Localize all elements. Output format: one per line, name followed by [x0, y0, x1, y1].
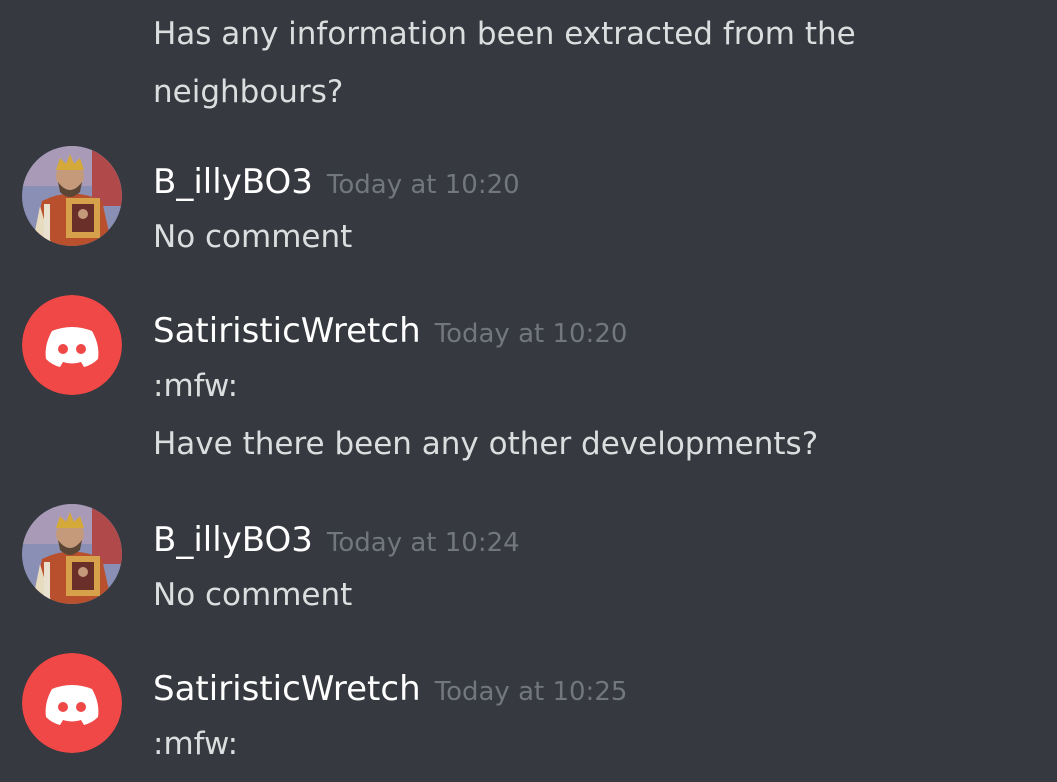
timestamp[interactable]: Today at 10:20: [327, 156, 520, 214]
message-header: B_illyBO3 Today at 10:24: [153, 511, 520, 569]
timestamp[interactable]: Today at 10:20: [435, 305, 628, 363]
message-text: :mfw:: [153, 368, 239, 404]
username[interactable]: SatiristicWretch: [153, 660, 421, 718]
message-text: neighbours?: [153, 74, 344, 110]
message-header: SatiristicWretch Today at 10:20: [153, 302, 627, 360]
message-header: B_illyBO3 Today at 10:20: [153, 153, 520, 211]
username[interactable]: B_illyBO3: [153, 153, 313, 211]
timestamp[interactable]: Today at 10:24: [327, 514, 520, 572]
message-group: SatiristicWretch Today at 10:25 :mfw:: [0, 653, 1057, 770]
emperor-portrait-avatar[interactable]: [22, 146, 122, 246]
discord-logo-icon: [22, 653, 122, 753]
timestamp[interactable]: Today at 10:25: [435, 663, 628, 721]
message-text: No comment: [153, 577, 353, 613]
message-group: B_illyBO3 Today at 10:24 No comment: [0, 504, 1057, 621]
username[interactable]: B_illyBO3: [153, 511, 313, 569]
chat-message-list: Has any information been extracted from …: [0, 0, 1057, 782]
emperor-portrait-avatar[interactable]: [22, 504, 122, 604]
discord-logo-icon: [22, 295, 122, 395]
username[interactable]: SatiristicWretch: [153, 302, 421, 360]
message-group: SatiristicWretch Today at 10:20 :mfw: Hav…: [0, 295, 1057, 462]
message-group: B_illyBO3 Today at 10:20 No comment: [0, 146, 1057, 263]
message-text: :mfw:: [153, 726, 239, 762]
message-text: No comment: [153, 219, 353, 255]
message-text: Has any information been extracted from …: [153, 16, 856, 52]
emperor-portrait-icon: [22, 146, 122, 246]
discord-logo-avatar[interactable]: [22, 653, 122, 753]
message-text: Have there been any other developments?: [153, 426, 819, 462]
discord-logo-avatar[interactable]: [22, 295, 122, 395]
emperor-portrait-icon: [22, 504, 122, 604]
message-header: SatiristicWretch Today at 10:25: [153, 660, 627, 718]
